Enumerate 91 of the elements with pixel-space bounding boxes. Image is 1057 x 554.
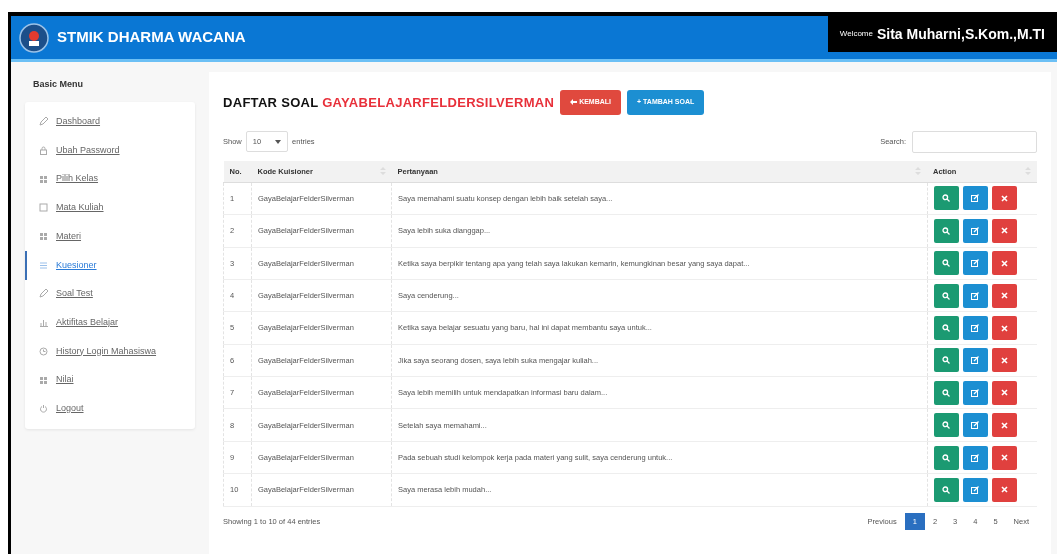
edit-icon: [971, 453, 979, 462]
view-button[interactable]: [933, 316, 959, 340]
edit-icon: [971, 259, 979, 268]
close-icon: [1000, 227, 1008, 235]
user-name: Sita Muharni,S.Kom.,M.TI: [877, 24, 1045, 44]
sidebar-item[interactable]: Dashboard: [25, 107, 195, 137]
view-button[interactable]: [933, 380, 959, 405]
edit-button[interactable]: [962, 413, 988, 438]
delete-button[interactable]: [991, 316, 1017, 340]
view-button[interactable]: [933, 186, 959, 211]
sidebar-item[interactable]: Aktifitas Belajar: [25, 308, 195, 337]
menu-title: Basic Menu: [33, 78, 84, 91]
close-icon: [1000, 259, 1008, 267]
edit-button[interactable]: [962, 316, 988, 340]
caret-icon: [275, 139, 282, 144]
grid-icon: [39, 375, 48, 385]
edit-icon: [971, 485, 979, 494]
pencil-icon: [39, 117, 48, 127]
chart-icon: [39, 318, 48, 328]
logo-icon: [19, 22, 49, 53]
delete-button[interactable]: [991, 380, 1017, 405]
welcome-label: Welcome: [839, 28, 873, 40]
edit-icon: [971, 388, 979, 397]
sidebar-item[interactable]: History Login Mahasiswa: [25, 337, 195, 366]
delete-button[interactable]: [991, 218, 1017, 243]
grid-icon: [39, 232, 48, 242]
search-icon: [942, 421, 950, 430]
edit-icon: [971, 356, 979, 365]
view-button[interactable]: [933, 477, 959, 502]
edit-button[interactable]: [962, 380, 988, 405]
power-icon: [39, 404, 48, 414]
list-icon: [39, 260, 48, 270]
delete-button[interactable]: [991, 283, 1017, 308]
edit-button[interactable]: [962, 477, 988, 502]
edit-icon: [971, 194, 979, 203]
delete-button[interactable]: [991, 348, 1017, 373]
search-icon: [942, 485, 950, 494]
delete-button[interactable]: [991, 413, 1017, 438]
lock-icon: [39, 146, 48, 156]
search-icon: [942, 194, 950, 203]
edit-button[interactable]: [962, 348, 988, 373]
sidebar-item[interactable]: Ubah Password: [25, 136, 195, 165]
edit-icon: [971, 226, 979, 235]
sidebar-item[interactable]: Soal Test: [25, 279, 195, 309]
search-icon: [942, 226, 950, 235]
edit-icon: [971, 324, 979, 332]
edit-button[interactable]: [962, 218, 988, 243]
delete-button[interactable]: [991, 477, 1017, 502]
clock-icon: [39, 346, 48, 356]
view-button[interactable]: [933, 218, 959, 243]
close-icon: [1000, 292, 1008, 300]
delete-button[interactable]: [991, 251, 1017, 276]
close-icon: [1000, 324, 1008, 332]
brand-title: STMIK DHARMA WACANA: [57, 27, 246, 48]
sidebar-item[interactable]: Materi: [25, 222, 195, 251]
sidebar-item[interactable]: Logout: [25, 394, 195, 424]
search-icon: [942, 324, 950, 332]
close-icon: [1000, 421, 1008, 429]
edit-button[interactable]: [962, 445, 988, 470]
view-button[interactable]: [933, 413, 959, 438]
edit-icon: [971, 291, 979, 300]
sidebar-item[interactable]: Mata Kuliah: [25, 193, 195, 223]
view-button[interactable]: [933, 251, 959, 276]
search-icon: [942, 259, 950, 268]
search-icon: [942, 453, 950, 462]
search-field[interactable]: [912, 130, 1037, 153]
edit-icon: [971, 421, 979, 430]
edit-button[interactable]: [962, 186, 988, 211]
arrow-left-icon: [570, 99, 578, 106]
close-icon: [1000, 356, 1008, 364]
grid-icon: [39, 174, 48, 184]
page-title: DAFTAR SOAL GAYABELAJARFELDERSILVERMAN: [223, 93, 555, 112]
view-button[interactable]: [933, 348, 959, 373]
close-icon: [1000, 194, 1008, 202]
edit-button[interactable]: [962, 251, 988, 276]
close-icon: [1000, 454, 1008, 462]
square-icon: [39, 203, 48, 213]
search-icon: [942, 291, 950, 300]
delete-button[interactable]: [991, 445, 1017, 470]
sidebar-item[interactable]: Pilih Kelas: [25, 164, 195, 194]
edit-button[interactable]: [962, 283, 988, 308]
sidebar-item[interactable]: Kuesioner: [25, 250, 195, 280]
view-button[interactable]: [933, 445, 959, 470]
close-icon: [1000, 389, 1008, 397]
search-icon: [942, 356, 950, 365]
pencil-icon: [39, 289, 48, 299]
sidebar-item[interactable]: Nilai: [25, 365, 195, 395]
view-button[interactable]: [933, 283, 959, 308]
close-icon: [1000, 486, 1008, 494]
delete-button[interactable]: [991, 186, 1017, 211]
search-icon: [942, 388, 950, 397]
